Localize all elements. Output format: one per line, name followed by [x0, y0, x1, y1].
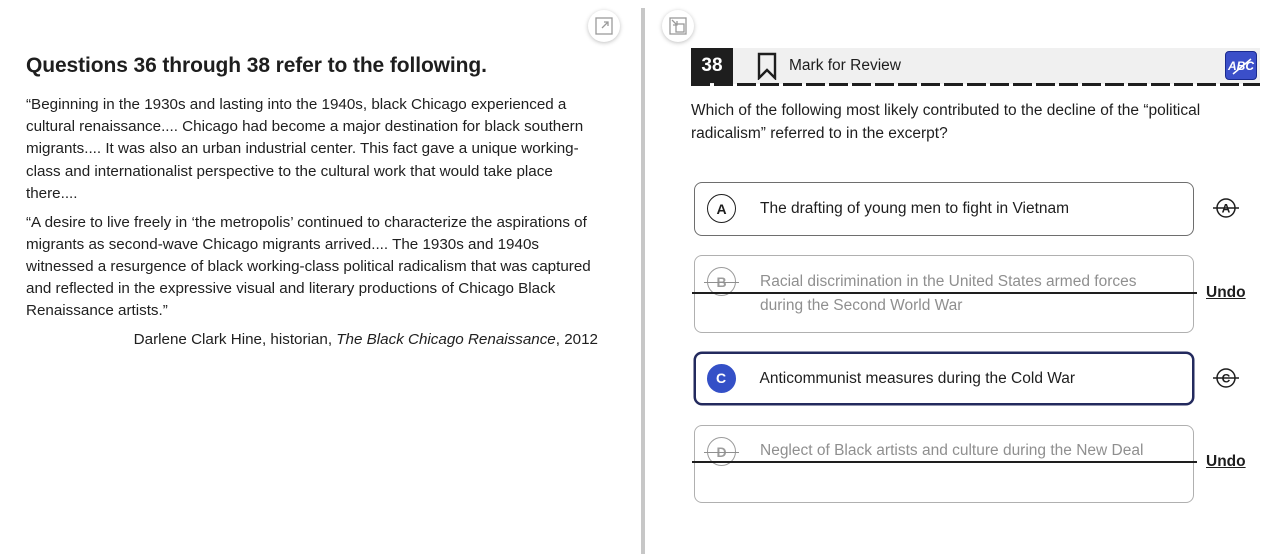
- cross-out-c-letter: C: [1222, 372, 1231, 386]
- answer-choice-d[interactable]: D Neglect of Black artists and culture d…: [694, 425, 1194, 503]
- citation-author: Darlene Clark Hine, historian,: [133, 331, 337, 349]
- question-header: 38 Mark for Review ABC: [691, 48, 1260, 84]
- cross-out-c-icon[interactable]: C: [1212, 364, 1240, 392]
- choice-text-c: Anticommunist measures during the Cold W…: [759, 369, 1076, 387]
- mark-for-review-label: Mark for Review: [789, 57, 901, 74]
- answer-eliminator-button[interactable]: ABC: [1225, 51, 1257, 80]
- question-number: 38: [691, 48, 733, 83]
- strikethrough-icon: [1232, 58, 1252, 75]
- passage-citation: Darlene Clark Hine, historian, The Black…: [26, 329, 598, 351]
- choice-text-b: Racial discrimination in the United Stat…: [760, 273, 1137, 314]
- passage-paragraph-2: “A desire to live freely in ‘the metropo…: [26, 213, 591, 320]
- undo-button-d[interactable]: Undo: [1206, 453, 1246, 471]
- expand-icon: [595, 17, 613, 35]
- expand-passage-button[interactable]: [588, 10, 620, 42]
- choice-letter-a: A: [707, 194, 736, 223]
- mark-for-review-button[interactable]: Mark for Review: [755, 52, 901, 80]
- passage-heading: Questions 36 through 38 refer to the fol…: [26, 54, 487, 77]
- header-dashed-rule: [691, 83, 1260, 86]
- answer-choice-b[interactable]: B Racial discrimination in the United St…: [694, 255, 1194, 333]
- strikethrough-line-d: [692, 461, 1197, 463]
- answer-choice-c[interactable]: C Anticommunist measures during the Cold…: [694, 352, 1194, 405]
- passage-pane: Questions 36 through 38 refer to the fol…: [0, 0, 641, 554]
- undo-button-b[interactable]: Undo: [1206, 284, 1246, 302]
- choice-text-d: Neglect of Black artists and culture dur…: [760, 442, 1144, 459]
- choice-text-a: The drafting of young men to fight in Vi…: [760, 200, 1070, 217]
- passage-paragraph-1: “Beginning in the 1930s and lasting into…: [26, 96, 584, 202]
- choice-letter-c: C: [706, 363, 736, 393]
- citation-year: , 2012: [555, 331, 598, 349]
- cross-out-a-icon[interactable]: A: [1212, 194, 1240, 222]
- collapse-icon: [669, 17, 687, 35]
- strikethrough-line-b: [692, 292, 1197, 294]
- answer-choice-a[interactable]: A The drafting of young men to fight in …: [694, 182, 1194, 236]
- citation-title: The Black Chicago Renaissance: [336, 331, 556, 349]
- passage-text: “Beginning in the 1930s and lasting into…: [26, 94, 598, 358]
- pane-divider[interactable]: [641, 8, 645, 554]
- cross-out-a-letter: A: [1222, 202, 1231, 216]
- question-prompt: Which of the following most likely contr…: [691, 102, 1201, 142]
- bookmark-icon: [757, 52, 777, 80]
- collapse-passage-button[interactable]: [662, 10, 694, 42]
